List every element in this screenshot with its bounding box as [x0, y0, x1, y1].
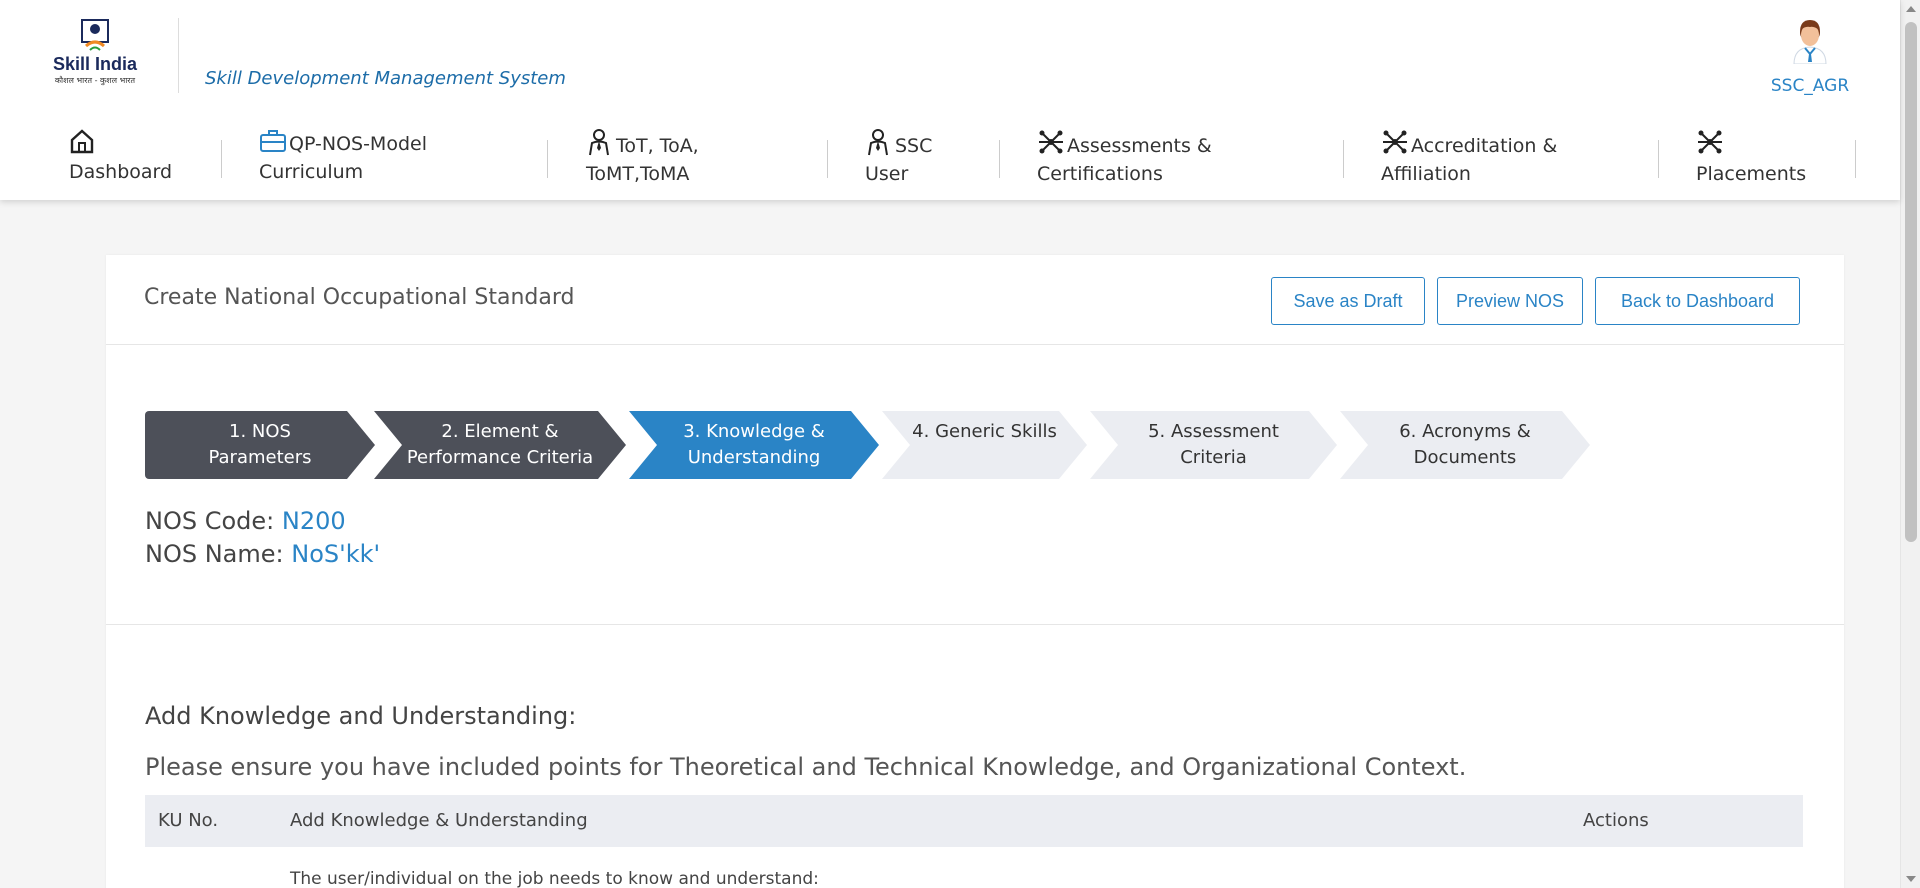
- save-draft-button[interactable]: Save as Draft: [1271, 277, 1425, 325]
- nav-accreditation[interactable]: Accreditation & Affiliation: [1381, 128, 1581, 188]
- briefcase-icon: [259, 128, 286, 154]
- network-icon: [1037, 128, 1063, 154]
- header: Skill India कौशल भारत - कुशल भारत Skill …: [0, 0, 1900, 200]
- step-nos-parameters[interactable]: 1. NOS Parameters: [145, 411, 375, 479]
- ku-section-title: Add Knowledge and Understanding:: [145, 702, 577, 730]
- logo-name: Skill India: [52, 54, 138, 74]
- nos-info: NOS Code: N200 NOS Name: NoS'kk': [145, 505, 380, 571]
- nos-code-label: NOS Code:: [145, 507, 275, 535]
- user-name[interactable]: SSC_AGR: [1760, 76, 1860, 96]
- user-icon: [865, 128, 891, 156]
- step-element-performance[interactable]: 2. Element & Performance Criteria: [374, 411, 626, 479]
- skill-india-logo[interactable]: Skill India कौशल भारत - कुशल भारत: [50, 18, 140, 96]
- scroll-up-arrow-icon[interactable]: [1906, 6, 1916, 12]
- nos-name-line: NOS Name: NoS'kk': [145, 538, 380, 571]
- skill-india-emblem-icon: [80, 18, 110, 52]
- nos-name-value: NoS'kk': [291, 540, 381, 568]
- step-label: 5. Assessment Criteria: [1148, 421, 1279, 468]
- nav-dashboard-label: Dashboard: [69, 161, 173, 183]
- nav-separator: [1855, 140, 1856, 178]
- nav-placements-label: Placements: [1696, 163, 1807, 185]
- network-icon: [1381, 128, 1407, 154]
- step-generic-skills[interactable]: 4. Generic Skills: [882, 411, 1087, 479]
- back-to-dashboard-button[interactable]: Back to Dashboard: [1595, 277, 1800, 325]
- nos-code-value: N200: [281, 507, 346, 535]
- card-header: Create National Occupational Standard Sa…: [106, 255, 1844, 345]
- step-label: 1. NOS Parameters: [208, 421, 312, 468]
- preview-nos-button[interactable]: Preview NOS: [1437, 277, 1583, 325]
- step-label: 6. Acronyms & Documents: [1399, 421, 1531, 468]
- section-divider: [106, 624, 1844, 625]
- page-title: Create National Occupational Standard: [144, 285, 575, 310]
- nav-tot[interactable]: ToT, ToA, ToMT,ToMA: [586, 128, 726, 188]
- step-label: 4. Generic Skills: [912, 421, 1057, 442]
- header-divider: [178, 18, 179, 93]
- step-assessment-criteria[interactable]: 5. Assessment Criteria: [1090, 411, 1337, 479]
- nos-name-label: NOS Name:: [145, 540, 284, 568]
- nav-dashboard[interactable]: Dashboard: [69, 128, 172, 186]
- step-knowledge-understanding[interactable]: 3. Knowledge & Understanding: [629, 411, 879, 479]
- nav-separator: [1343, 140, 1344, 178]
- nav-placements[interactable]: Placements: [1696, 128, 1806, 188]
- home-icon: [69, 128, 95, 154]
- ku-section-note: Please ensure you have included points f…: [145, 753, 1467, 781]
- nav-separator: [999, 140, 1000, 178]
- col-add-ku: Add Knowledge & Understanding: [290, 810, 588, 831]
- col-ku-no: KU No.: [158, 810, 219, 831]
- user-menu[interactable]: SSC_AGR: [1760, 16, 1860, 96]
- nav-assessments[interactable]: Assessments & Certifications: [1037, 128, 1237, 188]
- nav-ssc-user[interactable]: SSC User: [865, 128, 945, 188]
- ku-table: KU No. Add Knowledge & Understanding Act…: [145, 795, 1803, 888]
- trainer-icon: [586, 128, 612, 156]
- nav-qp-nos[interactable]: QP-NOS-Model Curriculum: [259, 128, 459, 186]
- table-row: The user/individual on the job needs to …: [145, 847, 1803, 888]
- step-label: 2. Element & Performance Criteria: [406, 421, 594, 468]
- main-nav: Dashboard QP-NOS-Model Curriculum ToT, T…: [0, 128, 1900, 188]
- nav-separator: [1658, 140, 1659, 178]
- col-actions: Actions: [1583, 810, 1649, 831]
- nav-separator: [827, 140, 828, 178]
- ku-row-text: The user/individual on the job needs to …: [290, 869, 819, 888]
- create-nos-card: Create National Occupational Standard Sa…: [106, 255, 1844, 888]
- step-acronyms-documents[interactable]: 6. Acronyms & Documents: [1340, 411, 1590, 479]
- app-title: Skill Development Management System: [205, 68, 566, 89]
- network-icon: [1696, 128, 1722, 154]
- nav-separator: [547, 140, 548, 178]
- scroll-down-arrow-icon[interactable]: [1906, 876, 1916, 882]
- step-label: 3. Knowledge & Understanding: [683, 421, 825, 468]
- avatar[interactable]: [1788, 16, 1832, 65]
- nav-separator: [221, 140, 222, 178]
- logo-tagline: कौशल भारत - कुशल भारत: [54, 76, 136, 85]
- ku-table-header: KU No. Add Knowledge & Understanding Act…: [145, 795, 1803, 847]
- nos-code-line: NOS Code: N200: [145, 505, 380, 538]
- scrollbar-thumb[interactable]: [1905, 22, 1917, 542]
- page-scrollbar[interactable]: [1900, 0, 1920, 888]
